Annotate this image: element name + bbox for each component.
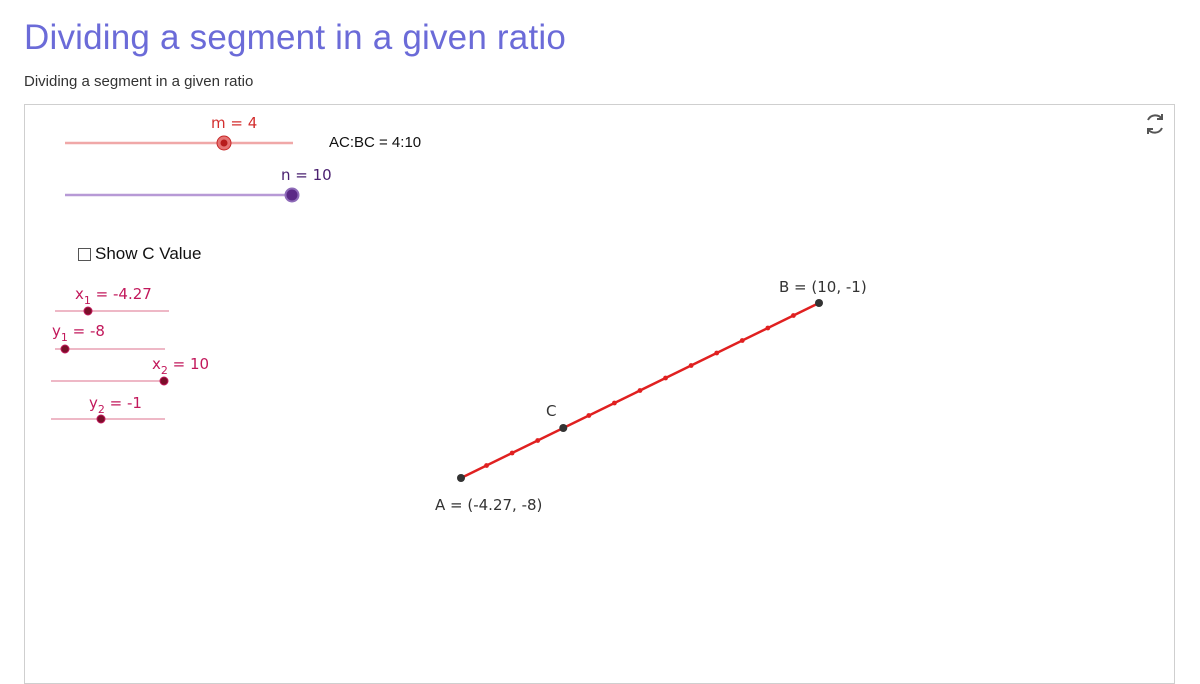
checkbox-label[interactable]: Show C Value: [95, 244, 201, 264]
division-tick: [663, 375, 668, 381]
division-tick: [739, 338, 745, 343]
page-title: Dividing a segment in a given ratio: [24, 18, 567, 57]
division-tick: [765, 325, 771, 331]
slider-y1-label: y1 = -8: [52, 322, 105, 344]
slider-y2-label: y2 = -1: [89, 394, 142, 416]
point-a-label: A = (-4.27, -8): [435, 496, 542, 514]
point-c[interactable]: [559, 424, 568, 432]
applet-canvas[interactable]: m = 4 AC:BC = 4:10 n = 10 x1 = -4.27 y1 …: [25, 105, 1175, 684]
point-a[interactable]: [457, 474, 465, 482]
slider-x1-handle[interactable]: [83, 306, 93, 316]
division-tick: [637, 388, 643, 393]
division-tick: [688, 363, 694, 368]
page-subtitle: Dividing a segment in a given ratio: [24, 73, 254, 90]
slider-x2-label: x2 = 10: [152, 355, 209, 377]
slider-m-label: m = 4: [211, 114, 257, 132]
ratio-text: AC:BC = 4:10: [329, 134, 421, 151]
slider-y1-handle[interactable]: [60, 344, 70, 354]
point-b[interactable]: [815, 299, 823, 307]
slider-m-handle-core: [220, 139, 228, 147]
slider-n-handle[interactable]: [284, 187, 300, 203]
division-tick: [535, 438, 541, 443]
geogebra-applet[interactable]: m = 4 AC:BC = 4:10 n = 10 x1 = -4.27 y1 …: [24, 104, 1175, 684]
slider-x1-label: x1 = -4.27: [75, 285, 152, 307]
division-tick: [791, 313, 796, 318]
checkbox-box[interactable]: [78, 247, 91, 261]
segment-ab[interactable]: [457, 299, 823, 482]
division-tick: [714, 350, 720, 356]
slider-y2-handle[interactable]: [96, 414, 106, 424]
division-tick: [612, 400, 617, 406]
point-c-label: C: [546, 402, 556, 420]
show-c-value-checkbox[interactable]: Show C Value: [78, 244, 201, 264]
division-tick: [484, 463, 489, 468]
point-b-label: B = (10, -1): [779, 278, 867, 296]
division-tick: [509, 450, 515, 456]
division-tick: [586, 413, 592, 418]
slider-x2-handle[interactable]: [159, 376, 169, 386]
slider-n-label: n = 10: [281, 166, 332, 184]
reset-icon[interactable]: [1142, 111, 1168, 137]
